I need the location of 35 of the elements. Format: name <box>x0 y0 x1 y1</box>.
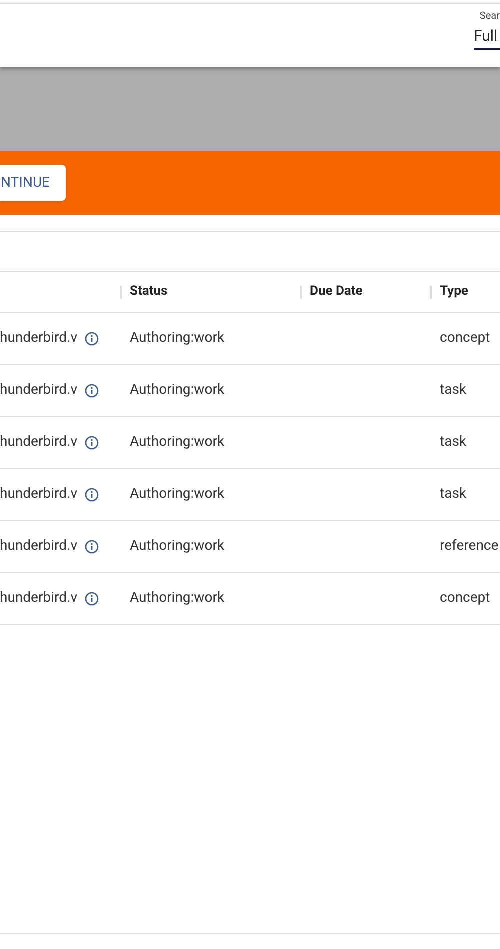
search-field[interactable]: Sear Full <box>474 10 500 67</box>
table-cell-text: Authoring:work <box>130 381 226 400</box>
table-cell-text: hunderbird.v <box>0 537 78 556</box>
info-icon[interactable] <box>85 436 100 450</box>
table-cell-text: concept <box>440 329 490 348</box>
table-cell-text: hunderbird.v <box>0 381 78 400</box>
table-cell-text: concept <box>440 589 490 608</box>
info-icon[interactable] <box>85 384 100 398</box>
table-row[interactable]: hunderbird.v Authoring:work concept <box>0 312 500 364</box>
continue-button[interactable]: NTINUE <box>0 165 66 201</box>
table-row[interactable]: hunderbird.v Authoring:work reference <box>0 520 500 572</box>
table-cell-text: hunderbird.v <box>0 433 78 452</box>
table-row[interactable]: hunderbird.v Authoring:work task <box>0 468 500 520</box>
table-row[interactable]: hunderbird.v Authoring:work task <box>0 416 500 468</box>
table-cell-text: Authoring:work <box>130 537 226 556</box>
table-cell-text: Authoring:work <box>130 329 226 348</box>
table-row[interactable]: hunderbird.v Authoring:work task <box>0 364 500 416</box>
table-cell-text: hunderbird.v <box>0 329 78 348</box>
table-cell-text: task <box>440 381 467 400</box>
info-icon[interactable] <box>85 332 100 346</box>
table-cell-text: reference <box>440 537 499 556</box>
table-row[interactable]: hunderbird.v Authoring:work concept <box>0 572 500 624</box>
column-header[interactable]: Status <box>130 282 168 302</box>
table-cell-text: hunderbird.v <box>0 589 78 608</box>
column-header[interactable]: Due Date <box>310 282 363 302</box>
table-cell-text: Authoring:work <box>130 589 226 608</box>
column-header[interactable]: Type <box>440 282 468 302</box>
table-cell-text: Authoring:work <box>130 433 226 452</box>
table-cell-text: task <box>440 433 467 452</box>
table-cell-text: Authoring:work <box>130 485 226 504</box>
info-icon[interactable] <box>85 488 100 502</box>
info-icon[interactable] <box>85 540 100 554</box>
table-cell-text: task <box>440 485 467 504</box>
table-cell-text: hunderbird.v <box>0 485 78 504</box>
info-icon[interactable] <box>85 592 100 606</box>
